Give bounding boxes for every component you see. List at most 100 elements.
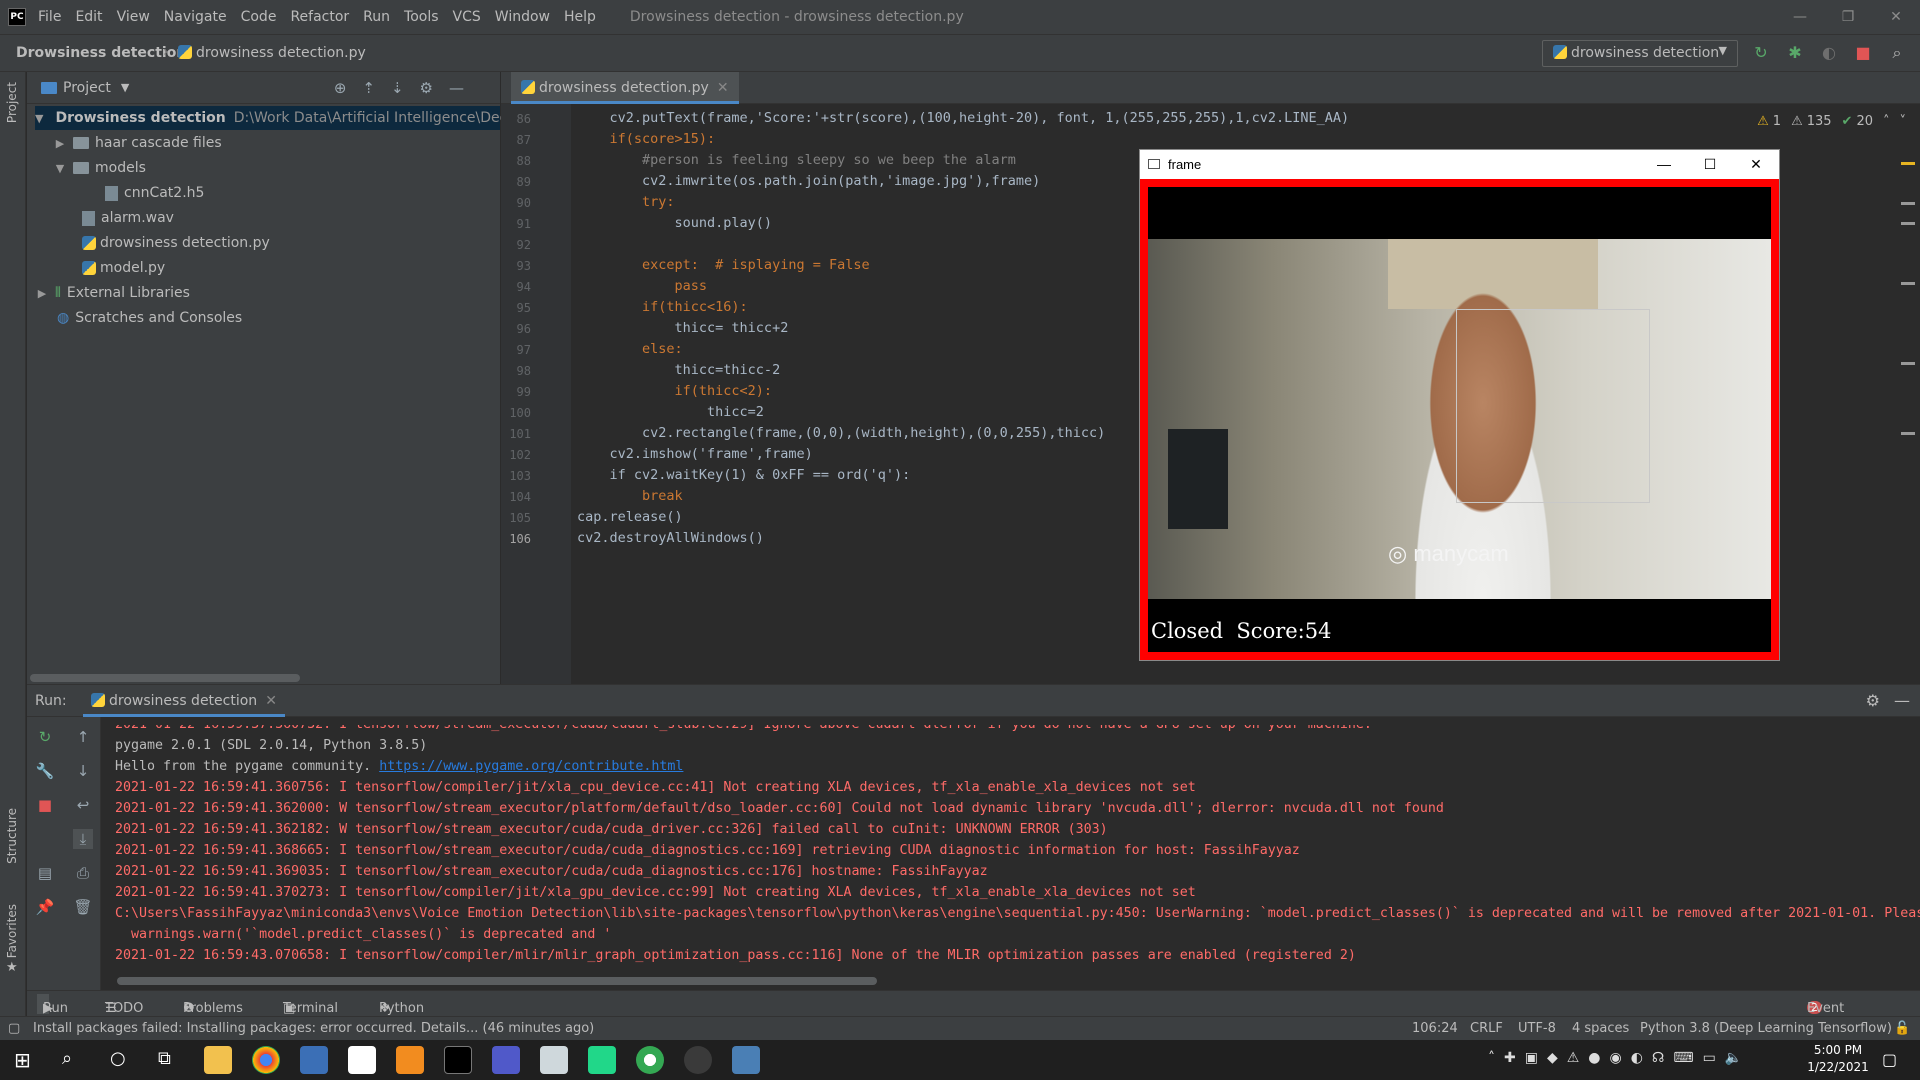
menu-refactor[interactable]: Refactor (290, 9, 349, 25)
menu-vcs[interactable]: VCS (453, 9, 481, 25)
status-bar: ▢ Install packages failed: Installing pa… (0, 1016, 1920, 1040)
frame-window-icon[interactable] (732, 1046, 760, 1074)
structure-tool-tab[interactable]: Structure (5, 808, 19, 864)
line-number: 102 (509, 448, 531, 462)
error-stripe[interactable] (1901, 162, 1915, 462)
notion-icon[interactable] (348, 1046, 376, 1074)
terminal-icon[interactable] (444, 1046, 472, 1074)
gear-icon[interactable]: ⚙ (1866, 691, 1880, 710)
teams-icon[interactable] (492, 1046, 520, 1074)
tree-item-cnncat2[interactable]: cnnCat2.h5 (105, 181, 204, 205)
python-interpreter[interactable]: Python 3.8 (Deep Learning Tensorflow) (1640, 1021, 1892, 1036)
frame-window-titlebar[interactable]: frame — ☐ ✕ (1140, 150, 1779, 178)
tree-label: haar cascade files (95, 135, 222, 151)
clock-date[interactable]: 1/22/2021 (1800, 1060, 1876, 1074)
menu-help[interactable]: Help (564, 9, 596, 25)
hide-icon[interactable]: — (1894, 691, 1910, 710)
frame-canvas: ◎ manycam Closed Score:54 (1140, 179, 1779, 660)
close-icon[interactable]: ✕ (1733, 156, 1779, 173)
restore-icon[interactable]: ❐ (1824, 9, 1872, 25)
rerun-icon[interactable]: ↻ (1752, 44, 1770, 62)
line-number: 104 (509, 490, 531, 504)
notification-icon[interactable]: ▢ (1882, 1050, 1897, 1069)
indent-setting[interactable]: 4 spaces (1572, 1021, 1629, 1036)
tree-root[interactable]: ▼ Drowsiness detection D:\Work Data\Arti… (35, 106, 546, 130)
notepad-icon[interactable] (540, 1046, 568, 1074)
tree-item-drowsiness-detection[interactable]: drowsiness detection.py (82, 231, 270, 255)
lock-icon[interactable]: 🔓 (1894, 1021, 1910, 1036)
breadcrumb-project[interactable]: Drowsiness detection (16, 45, 186, 61)
pygame-contribute-link[interactable]: https://www.pygame.org/contribute.html (379, 759, 683, 774)
run-coverage-icon[interactable]: ◐ (1820, 44, 1838, 62)
tree-item-scratches[interactable]: ◍ Scratches and Consoles (57, 306, 242, 330)
app-icon[interactable] (300, 1046, 328, 1074)
menu-edit[interactable]: Edit (75, 9, 102, 25)
file-encoding[interactable]: UTF-8 (1518, 1021, 1556, 1036)
menu-window[interactable]: Window (495, 9, 550, 25)
tree-item-external-libraries[interactable]: ▶ ⫴ External Libraries (35, 281, 190, 305)
scratches-icon: ◍ (57, 310, 70, 326)
chevron-up-icon[interactable]: ˄ (1883, 114, 1890, 129)
menu-code[interactable]: Code (241, 9, 277, 25)
tree-item-alarm[interactable]: alarm.wav (82, 206, 174, 230)
panel-toolbar-icons[interactable]: ⊕⇡⇣⚙— (334, 79, 480, 97)
close-icon[interactable]: ✕ (1872, 9, 1920, 25)
status-message[interactable]: Install packages failed: Installing pack… (33, 1021, 594, 1036)
chevron-down-icon: ▼ (1718, 44, 1727, 57)
chevron-down-icon[interactable]: ˅ (1900, 114, 1907, 129)
layout-icon[interactable]: ▤ (35, 863, 55, 883)
windows-start-icon[interactable]: ⊞ (14, 1048, 31, 1072)
project-tool-tab[interactable]: Project (5, 82, 19, 123)
menu-navigate[interactable]: Navigate (164, 9, 227, 25)
down-arrow-icon[interactable]: ↓ (73, 761, 93, 781)
chevron-down-icon[interactable]: ▼ (121, 81, 129, 94)
clock-time[interactable]: 5:00 PM (1808, 1043, 1868, 1057)
up-arrow-icon[interactable]: ↑ (73, 727, 93, 747)
minimize-icon[interactable]: — (1776, 9, 1824, 25)
run-tab[interactable]: drowsiness detection ✕ (83, 685, 285, 717)
vlc-icon[interactable] (396, 1046, 424, 1074)
breadcrumb-file[interactable]: drowsiness detection.py (178, 45, 366, 61)
scroll-to-end-icon[interactable]: ⤓ (73, 829, 93, 849)
chrome-icon[interactable] (252, 1046, 280, 1074)
wrench-icon[interactable]: 🔧 (35, 761, 55, 781)
console-horizontal-scrollbar[interactable] (117, 977, 877, 985)
inspection-widget[interactable]: ⚠ 1 ⚠ 135 ✔ 20 ˄ ˅ (1757, 114, 1906, 129)
favorites-tool-tab[interactable]: Favorites (5, 904, 19, 958)
soft-wrap-icon[interactable]: ↩ (73, 795, 93, 815)
tree-item-models[interactable]: ▼ models (53, 156, 146, 180)
close-tab-icon[interactable]: ✕ (717, 80, 729, 96)
tab-drowsiness-detection[interactable]: drowsiness detection.py ✕ (511, 72, 739, 104)
pycharm-icon[interactable] (588, 1046, 616, 1074)
menu-view[interactable]: View (117, 9, 150, 25)
menu-file[interactable]: File (38, 9, 61, 25)
task-view-icon[interactable]: ⧉ (158, 1048, 171, 1069)
system-tray-icons[interactable]: ˄✚▣◆⚠●◉◐☊⌨▭🔈 (1488, 1050, 1751, 1066)
chrome-alt-icon[interactable] (636, 1046, 664, 1074)
line-separator[interactable]: CRLF (1470, 1021, 1503, 1036)
search-icon[interactable]: ⌕ (1888, 44, 1906, 62)
obs-icon[interactable] (684, 1046, 712, 1074)
menu-tools[interactable]: Tools (404, 9, 439, 25)
debug-icon[interactable]: ✱ (1786, 44, 1804, 62)
caret-position[interactable]: 106:24 (1412, 1021, 1458, 1036)
cortana-icon[interactable]: ○ (110, 1048, 126, 1069)
maximize-icon[interactable]: ☐ (1687, 156, 1733, 173)
project-panel-title[interactable]: Project (63, 80, 111, 96)
tree-item-haar-cascade[interactable]: ▶ haar cascade files (53, 131, 222, 155)
file-explorer-icon[interactable] (204, 1046, 232, 1074)
close-tab-icon[interactable]: ✕ (265, 693, 277, 709)
tool-tab-run[interactable]: ▶ Run (37, 994, 68, 1016)
rerun-icon[interactable]: ↻ (35, 727, 55, 747)
horizontal-scrollbar[interactable] (30, 674, 300, 682)
pin-icon[interactable]: 📌 (35, 897, 55, 917)
stop-icon[interactable]: ■ (1854, 44, 1872, 62)
run-configuration-select[interactable]: drowsiness detection ▼ (1542, 40, 1738, 67)
stop-icon[interactable]: ■ (35, 795, 55, 815)
trash-icon[interactable]: 🗑 (73, 897, 93, 917)
tree-item-model[interactable]: model.py (82, 256, 165, 280)
menu-run[interactable]: Run (363, 9, 390, 25)
search-icon[interactable]: ⌕ (62, 1048, 72, 1069)
print-icon[interactable]: ⎙ (73, 863, 93, 883)
minimize-icon[interactable]: — (1641, 156, 1687, 173)
